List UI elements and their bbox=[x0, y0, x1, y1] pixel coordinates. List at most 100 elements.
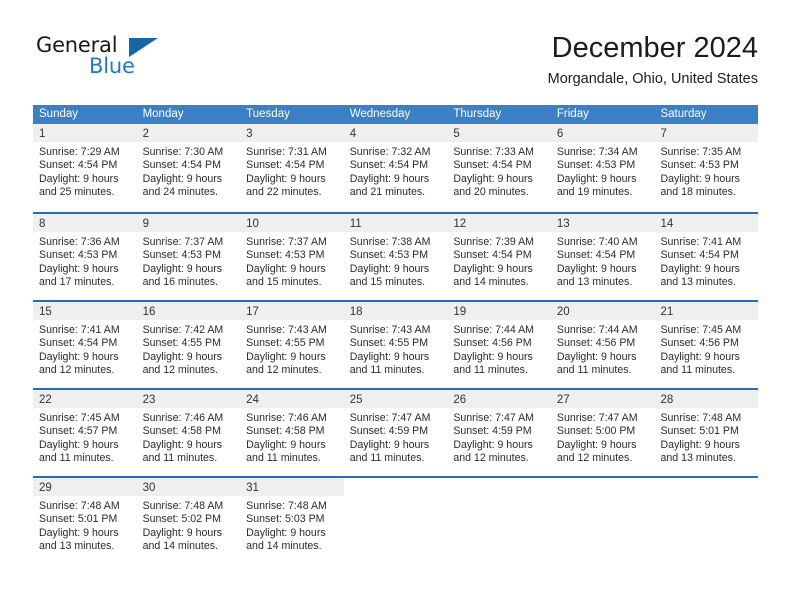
day-detail-line: Daylight: 9 hours bbox=[556, 172, 637, 185]
day-number-band: 2 bbox=[136, 124, 241, 142]
day-cell[interactable]: 29 Sunrise: 7:48 AM Sunset: 5:01 PM Dayligh… bbox=[33, 478, 137, 564]
day-cell[interactable]: 13 Sunrise: 7:40 AM Sunset: 4:54 PM Dayligh… bbox=[550, 214, 655, 300]
day-cell[interactable]: 20 Sunrise: 7:44 AM Sunset: 4:56 PM Dayligh… bbox=[550, 302, 655, 388]
day-detail-line: and 13 minutes. bbox=[39, 540, 115, 553]
day-cell[interactable]: 7 Sunrise: 7:35 AM Sunset: 4:53 PM Daylight… bbox=[654, 124, 759, 212]
day-number: 14 bbox=[660, 218, 674, 230]
day-detail-line: and 11 minutes. bbox=[39, 452, 114, 465]
day-detail-line: Sunrise: 7:46 AM bbox=[246, 412, 327, 424]
calendar-week-row: 22 Sunrise: 7:45 AM Sunset: 4:57 PM Dayligh… bbox=[33, 388, 759, 476]
day-cell[interactable]: 5 Sunrise: 7:33 AM Sunset: 4:54 PM Daylight… bbox=[447, 124, 551, 212]
day-detail-line: and 15 minutes. bbox=[349, 276, 426, 289]
day-detail-line: Daylight: 9 hours bbox=[660, 350, 740, 363]
day-number-band: 31 bbox=[240, 478, 344, 496]
day-cell[interactable]: 9 Sunrise: 7:37 AM Sunset: 4:53 PM Daylight… bbox=[136, 214, 241, 300]
day-detail-line: and 15 minutes. bbox=[246, 276, 322, 289]
day-number-band: 4 bbox=[343, 124, 448, 142]
day-number-band: 22 bbox=[33, 390, 137, 408]
day-cell[interactable]: 1 Sunrise: 7:29 AM Sunset: 4:54 PM Daylight… bbox=[33, 124, 137, 212]
day-details: Sunrise: 7:29 AM Sunset: 4:54 PM Daylight:… bbox=[33, 142, 137, 200]
day-cell[interactable]: 2 Sunrise: 7:30 AM Sunset: 4:54 PM Daylight… bbox=[136, 124, 241, 212]
day-detail-line: and 14 minutes. bbox=[246, 540, 322, 553]
day-cell[interactable]: 4 Sunrise: 7:32 AM Sunset: 4:54 PM Daylight… bbox=[343, 124, 448, 212]
day-cell[interactable]: 16 Sunrise: 7:42 AM Sunset: 4:55 PM Dayligh… bbox=[136, 302, 241, 388]
day-number-band bbox=[654, 478, 759, 496]
day-number-band: 23 bbox=[136, 390, 241, 408]
day-cell[interactable]: 15 Sunrise: 7:41 AM Sunset: 4:54 PM Dayligh… bbox=[33, 302, 137, 388]
day-number-band: 18 bbox=[343, 302, 448, 320]
day-cell[interactable]: 30 Sunrise: 7:48 AM Sunset: 5:02 PM Dayligh… bbox=[136, 478, 241, 564]
day-cell[interactable]: 24 Sunrise: 7:46 AM Sunset: 4:58 PM Dayligh… bbox=[240, 390, 344, 476]
day-details bbox=[344, 496, 448, 500]
day-cell[interactable]: 8 Sunrise: 7:36 AM Sunset: 4:53 PM Daylight… bbox=[33, 214, 137, 300]
calendar-grid: Sunday Monday Tuesday Wednesday Thursday Frid… bbox=[33, 105, 759, 564]
day-number: 30 bbox=[142, 482, 156, 494]
day-cell[interactable]: 18 Sunrise: 7:43 AM Sunset: 4:55 PM Dayligh… bbox=[343, 302, 448, 388]
day-detail-line: Sunset: 5:01 PM bbox=[660, 425, 739, 438]
location-subtitle: Morgandale, Ohio, United States bbox=[547, 71, 758, 87]
day-cell[interactable]: 6 Sunrise: 7:34 AM Sunset: 4:53 PM Daylight… bbox=[550, 124, 655, 212]
day-detail-line: Sunset: 4:57 PM bbox=[39, 425, 118, 438]
day-detail-line: and 11 minutes. bbox=[556, 364, 632, 377]
day-cell[interactable]: 19 Sunrise: 7:44 AM Sunset: 4:56 PM Dayligh… bbox=[447, 302, 551, 388]
day-number-band bbox=[447, 478, 551, 496]
day-detail-line: Sunset: 4:58 PM bbox=[142, 425, 221, 438]
day-detail-line: Sunrise: 7:43 AM bbox=[349, 324, 431, 336]
day-cell[interactable]: 11 Sunrise: 7:38 AM Sunset: 4:53 PM Dayligh… bbox=[343, 214, 448, 300]
day-detail-line: Daylight: 9 hours bbox=[39, 172, 119, 185]
day-number: 23 bbox=[142, 394, 156, 406]
day-detail-line: and 14 minutes. bbox=[142, 540, 218, 553]
weekday-header-sunday: Sunday bbox=[39, 108, 79, 120]
day-number-band: 7 bbox=[654, 124, 759, 142]
day-cell[interactable]: 27 Sunrise: 7:47 AM Sunset: 5:00 PM Dayligh… bbox=[550, 390, 655, 476]
general-blue-logo[interactable]: General Blue bbox=[33, 30, 213, 88]
day-detail-line: Sunset: 4:54 PM bbox=[39, 337, 118, 350]
day-cell[interactable]: 14 Sunrise: 7:41 AM Sunset: 4:54 PM Dayligh… bbox=[654, 214, 759, 300]
calendar-week-row: 15 Sunrise: 7:41 AM Sunset: 4:54 PM Dayligh… bbox=[33, 300, 759, 388]
day-cell[interactable]: 31 Sunrise: 7:48 AM Sunset: 5:03 PM Dayligh… bbox=[240, 478, 344, 564]
day-number-band bbox=[550, 478, 655, 496]
day-cell[interactable]: 21 Sunrise: 7:45 AM Sunset: 4:56 PM Dayligh… bbox=[654, 302, 759, 388]
day-detail-line: Sunset: 4:56 PM bbox=[660, 337, 739, 350]
day-details: Sunrise: 7:46 AM Sunset: 4:58 PM Daylight:… bbox=[137, 408, 241, 466]
day-cell[interactable]: 3 Sunrise: 7:31 AM Sunset: 4:54 PM Daylight… bbox=[240, 124, 344, 212]
day-details: Sunrise: 7:46 AM Sunset: 4:58 PM Daylight:… bbox=[240, 408, 344, 466]
page-header: General Blue December 2024 Morgandale, O… bbox=[33, 30, 758, 92]
day-cell-empty bbox=[447, 478, 551, 564]
day-cell-empty bbox=[343, 478, 448, 564]
day-detail-line: and 22 minutes. bbox=[246, 186, 322, 199]
day-details: Sunrise: 7:41 AM Sunset: 4:54 PM Daylight:… bbox=[654, 232, 758, 290]
day-cell[interactable]: 23 Sunrise: 7:46 AM Sunset: 4:58 PM Dayligh… bbox=[136, 390, 241, 476]
day-cell[interactable]: 28 Sunrise: 7:48 AM Sunset: 5:01 PM Dayligh… bbox=[654, 390, 759, 476]
day-cell[interactable]: 12 Sunrise: 7:39 AM Sunset: 4:54 PM Dayligh… bbox=[447, 214, 551, 300]
day-number: 31 bbox=[246, 482, 259, 494]
day-detail-line: Daylight: 9 hours bbox=[349, 172, 430, 185]
calendar-page: General Blue December 2024 Morgandale, O… bbox=[0, 0, 792, 612]
calendar-week-row: 29 Sunrise: 7:48 AM Sunset: 5:01 PM Dayligh… bbox=[33, 476, 759, 564]
day-cell[interactable]: 17 Sunrise: 7:43 AM Sunset: 4:55 PM Dayligh… bbox=[240, 302, 344, 388]
day-detail-line: and 12 minutes. bbox=[246, 364, 322, 377]
day-details: Sunrise: 7:44 AM Sunset: 4:56 PM Daylight:… bbox=[447, 320, 551, 378]
day-cell[interactable]: 22 Sunrise: 7:45 AM Sunset: 4:57 PM Dayligh… bbox=[33, 390, 137, 476]
day-detail-line: and 11 minutes. bbox=[246, 452, 321, 465]
day-number-band: 27 bbox=[550, 390, 655, 408]
day-cell[interactable]: 25 Sunrise: 7:47 AM Sunset: 4:59 PM Dayligh… bbox=[343, 390, 448, 476]
day-number-band: 30 bbox=[136, 478, 241, 496]
day-detail-line: Sunset: 4:56 PM bbox=[556, 337, 636, 350]
day-details: Sunrise: 7:47 AM Sunset: 4:59 PM Daylight:… bbox=[447, 408, 551, 466]
day-detail-line: Sunrise: 7:41 AM bbox=[660, 236, 742, 248]
day-detail-line: Sunset: 4:56 PM bbox=[453, 337, 532, 350]
day-detail-line: and 16 minutes. bbox=[142, 276, 218, 289]
day-detail-line: Sunrise: 7:40 AM bbox=[556, 236, 638, 248]
day-cell[interactable]: 10 Sunrise: 7:37 AM Sunset: 4:53 PM Dayligh… bbox=[240, 214, 344, 300]
day-number: 10 bbox=[246, 218, 259, 230]
day-detail-line: and 11 minutes. bbox=[142, 452, 218, 465]
day-cell[interactable]: 26 Sunrise: 7:47 AM Sunset: 4:59 PM Dayligh… bbox=[447, 390, 551, 476]
day-detail-line: Sunrise: 7:31 AM bbox=[246, 146, 327, 158]
day-detail-line: and 11 minutes. bbox=[660, 364, 736, 377]
day-detail-line: and 14 minutes. bbox=[453, 276, 529, 289]
day-detail-line: Daylight: 9 hours bbox=[39, 438, 119, 451]
day-detail-line: and 12 minutes. bbox=[453, 452, 529, 465]
day-detail-line: Sunset: 4:53 PM bbox=[39, 249, 118, 262]
day-number: 21 bbox=[660, 306, 674, 318]
